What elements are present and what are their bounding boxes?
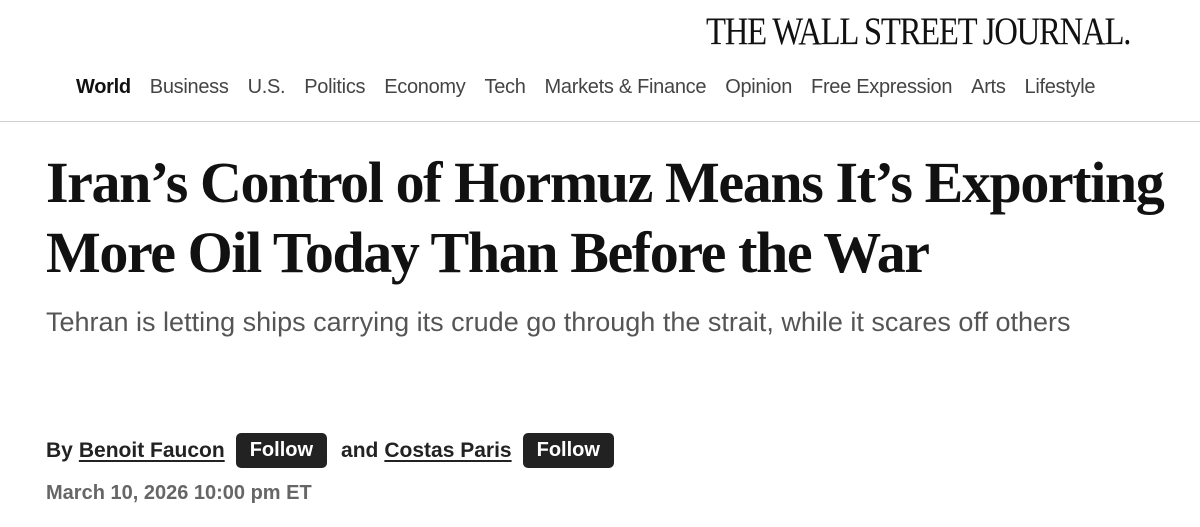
nav-item-economy[interactable]: Economy — [384, 73, 466, 101]
follow-button-author1[interactable]: Follow — [235, 433, 328, 468]
masthead: THE WALL STREET JOURNAL. — [0, 8, 1200, 58]
nav-item-us[interactable]: U.S. — [248, 73, 286, 101]
article-timestamp: March 10, 2026 10:00 pm ET — [46, 482, 312, 504]
nav-item-world[interactable]: World — [76, 73, 131, 101]
nav-item-arts[interactable]: Arts — [971, 73, 1006, 101]
nav-item-politics[interactable]: Politics — [304, 73, 365, 101]
nav-item-free-expression[interactable]: Free Expression — [811, 73, 952, 101]
nav-item-markets-finance[interactable]: Markets & Finance — [545, 73, 707, 101]
byline-prefix: By — [46, 438, 73, 462]
article-dek: Tehran is letting ships carrying its cru… — [46, 307, 1071, 337]
byline-conjunction: and — [341, 438, 379, 462]
author-link-costas-paris[interactable]: Costas Paris — [384, 439, 511, 463]
nav-item-business[interactable]: Business — [150, 73, 229, 101]
byline: By Benoit Faucon Follow and Costas Paris… — [46, 433, 614, 468]
nav-divider — [0, 121, 1200, 122]
article-headline: Iran’s Control of Hormuz Means It’s Expo… — [46, 150, 1165, 285]
nav-item-lifestyle[interactable]: Lifestyle — [1025, 73, 1096, 101]
follow-button-author2[interactable]: Follow — [522, 433, 614, 468]
nav-item-opinion[interactable]: Opinion — [725, 73, 792, 101]
nav-item-tech[interactable]: Tech — [485, 73, 526, 101]
section-nav: World Business U.S. Politics Economy Tec… — [76, 73, 1114, 101]
author-link-benoit-faucon[interactable]: Benoit Faucon — [79, 439, 225, 463]
wsj-logo[interactable]: THE WALL STREET JOURNAL. — [706, 10, 1131, 54]
